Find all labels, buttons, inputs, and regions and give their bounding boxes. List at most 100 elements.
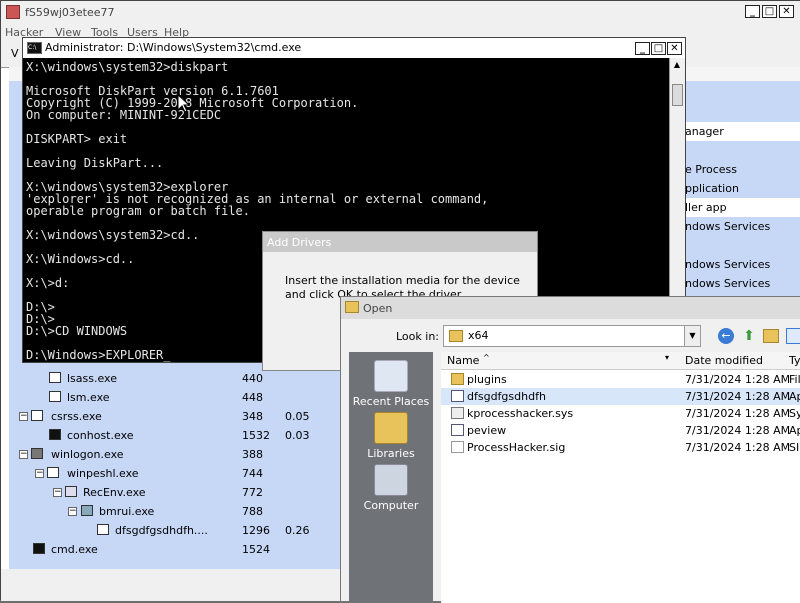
process-icon: [31, 410, 43, 421]
process-pid: 788: [242, 505, 263, 518]
tab-partial[interactable]: V: [11, 47, 19, 60]
places-bar: Recent Places Libraries Computer: [349, 352, 433, 603]
process-icon: [47, 467, 59, 478]
list-item[interactable]: pplication: [677, 179, 800, 198]
process-icon: [31, 448, 43, 459]
minimize-button[interactable]: _: [745, 5, 760, 18]
main-title-bar[interactable]: fS59wj03etee77 _ □ ✕: [1, 1, 800, 24]
cmd-minimize-button[interactable]: _: [635, 42, 650, 55]
console-line: Leaving DiskPart...: [26, 156, 164, 170]
list-item[interactable]: ndows Services: [677, 274, 800, 293]
process-pid: 448: [242, 391, 263, 404]
file-row[interactable]: peview 7/31/2024 1:28 AM Ap: [441, 422, 800, 439]
console-line: D:\>CD WINDOWS: [26, 324, 128, 338]
place-recent-places[interactable]: Recent Places: [349, 360, 433, 408]
application-icon: [451, 424, 464, 436]
cmd-maximize-button[interactable]: □: [651, 42, 666, 55]
system-file-icon: [451, 407, 464, 419]
scroll-thumb[interactable]: [672, 84, 683, 106]
new-folder-icon[interactable]: [763, 329, 779, 343]
console-line: X:\>d:: [26, 276, 70, 290]
console-line: X:\windows\system32>diskpart: [26, 60, 229, 74]
process-name: winpeshl.exe: [67, 467, 139, 480]
place-label: Recent Places: [352, 395, 430, 408]
console-line: operable program or batch file.: [26, 204, 250, 218]
computer-icon: [374, 464, 408, 496]
file-row[interactable]: plugins 7/31/2024 1:28 AM Fil: [441, 371, 800, 388]
open-title-bar[interactable]: Open: [341, 297, 800, 319]
collapse-icon[interactable]: −: [53, 488, 62, 497]
process-pid: 440: [242, 372, 263, 385]
place-libraries[interactable]: Libraries: [349, 412, 433, 460]
cmd-title-bar[interactable]: C:\ Administrator: D:\Windows\System32\c…: [23, 38, 685, 58]
list-item[interactable]: ller app: [677, 198, 800, 217]
application-icon: [451, 390, 464, 402]
app-icon: [6, 5, 20, 19]
process-name: RecEnv.exe: [83, 486, 146, 499]
file-type: Ap: [789, 424, 800, 437]
collapse-icon[interactable]: −: [19, 450, 28, 459]
file-name: kprocesshacker.sys: [467, 407, 574, 420]
place-computer[interactable]: Computer: [349, 464, 433, 512]
process-cpu: 0.05: [285, 410, 310, 423]
console-line: DISKPART> exit: [26, 132, 128, 146]
close-button[interactable]: ✕: [779, 5, 794, 18]
file-date: 7/31/2024 1:28 AM: [685, 407, 791, 420]
file-row[interactable]: kprocesshacker.sys 7/31/2024 1:28 AM Sy: [441, 405, 800, 422]
process-pid: 1524: [242, 543, 270, 556]
file-date: 7/31/2024 1:28 AM: [685, 390, 791, 403]
collapse-icon[interactable]: −: [19, 412, 28, 421]
cmd-window-title: Administrator: D:\Windows\System32\cmd.e…: [45, 41, 302, 54]
folder-icon: [449, 330, 463, 342]
mouse-cursor-icon: [178, 95, 190, 113]
scroll-up-arrow-icon[interactable]: ▲: [672, 60, 682, 72]
collapse-icon[interactable]: −: [35, 469, 44, 478]
process-cpu: 0.26: [285, 524, 310, 537]
back-icon[interactable]: ←: [718, 328, 734, 344]
process-name: conhost.exe: [67, 429, 134, 442]
process-cpu: 0.03: [285, 429, 310, 442]
open-title: Open: [363, 302, 393, 315]
list-item[interactable]: anager: [677, 122, 800, 141]
list-item[interactable]: ndows Services: [677, 255, 800, 274]
process-pid: 348: [242, 410, 263, 423]
add-drivers-title-bar[interactable]: Add Drivers: [263, 232, 537, 252]
look-in-dropdown[interactable]: x64 ▼: [443, 325, 701, 347]
file-date: 7/31/2024 1:28 AM: [685, 441, 791, 454]
view-menu-icon[interactable]: [786, 328, 800, 344]
console-line: D:\Windows>EXPLORER_: [26, 348, 171, 362]
file-name: peview: [467, 424, 507, 437]
cmd-icon: C:\: [27, 42, 42, 54]
chevron-down-icon[interactable]: ▼: [684, 326, 700, 346]
file-type: Fil: [789, 373, 800, 386]
look-in-value: x64: [468, 329, 489, 342]
file-list[interactable]: Name ^ ▾ Date modified Ty plugins 7/31/2…: [441, 352, 800, 603]
list-item[interactable]: ndows Services: [677, 217, 800, 236]
file-name: ProcessHacker.sig: [467, 441, 566, 454]
cmd-close-button[interactable]: ✕: [667, 42, 682, 55]
column-name[interactable]: Name: [447, 354, 479, 367]
file-row[interactable]: ProcessHacker.sig 7/31/2024 1:28 AM SI: [441, 439, 800, 456]
open-dialog: Open Look in: x64 ▼ ← ⬆ Recent Places Li…: [340, 296, 800, 603]
collapse-icon[interactable]: −: [68, 507, 77, 516]
process-pid: 1296: [242, 524, 270, 537]
file-name: plugins: [467, 373, 507, 386]
process-name: cmd.exe: [51, 543, 98, 556]
folder-icon: [345, 301, 359, 313]
up-folder-icon[interactable]: ⬆: [741, 328, 757, 344]
maximize-button[interactable]: □: [762, 5, 777, 18]
list-item[interactable]: e Process: [677, 160, 800, 179]
process-icon: [49, 372, 61, 383]
file-date: 7/31/2024 1:28 AM: [685, 373, 791, 386]
column-type[interactable]: Ty: [789, 354, 800, 367]
process-name: winlogon.exe: [51, 448, 124, 461]
process-icon: [81, 505, 93, 516]
look-in-label: Look in:: [396, 330, 439, 343]
console-line: X:\Windows>cd..: [26, 252, 135, 266]
file-row[interactable]: dfsgdfgsdhdfh 7/31/2024 1:28 AM Ap: [441, 388, 800, 405]
column-date-modified[interactable]: Date modified: [685, 354, 763, 367]
file-type: Ap: [789, 390, 800, 403]
process-icon: [65, 486, 77, 497]
process-pid: 1532: [242, 429, 270, 442]
column-dropdown-icon[interactable]: ▾: [665, 353, 669, 362]
